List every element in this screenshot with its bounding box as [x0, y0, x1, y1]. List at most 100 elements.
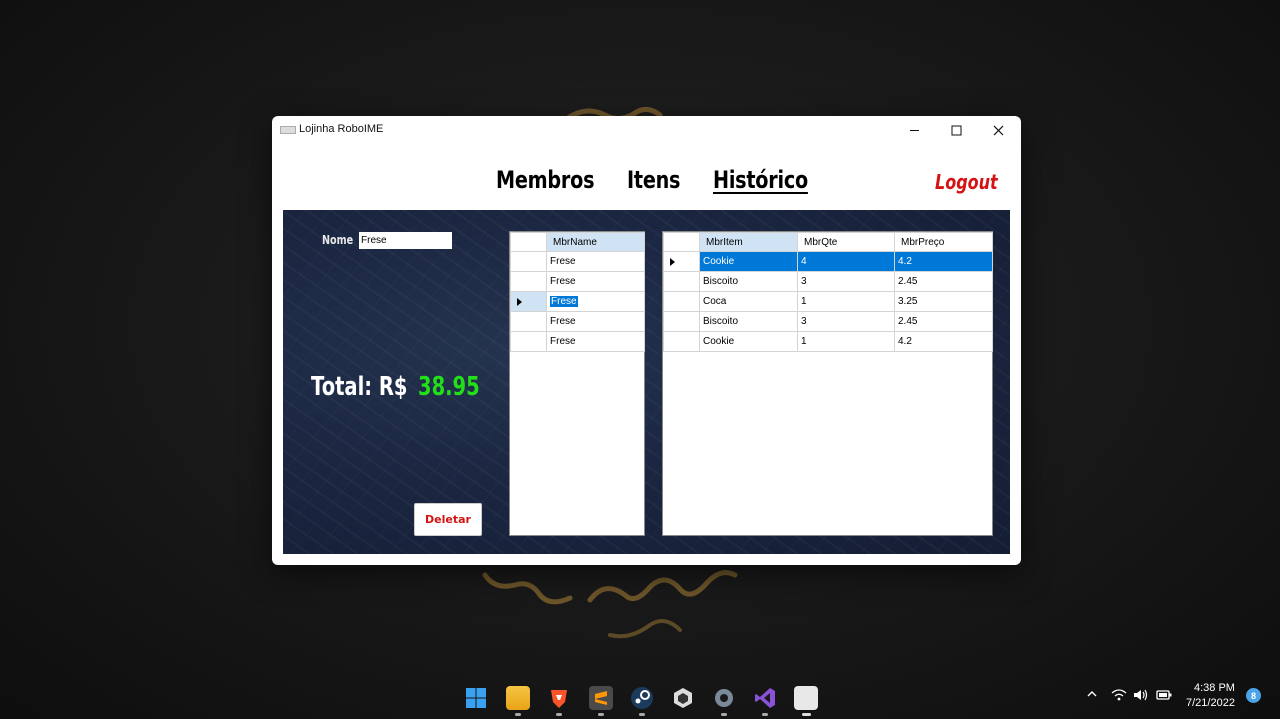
running-indicator — [639, 713, 645, 716]
unity-icon[interactable] — [671, 686, 695, 710]
maximize-icon — [951, 125, 961, 135]
nome-label: Nome — [322, 233, 354, 247]
unity-cube-icon — [674, 688, 692, 708]
current-row-arrow-icon — [670, 258, 675, 266]
total-label: Total: R$ — [311, 372, 408, 402]
brave-browser-icon[interactable] — [547, 686, 571, 710]
price-cell[interactable]: 4.2 — [894, 331, 993, 352]
table-row[interactable]: Biscoito 3 2.45 — [663, 271, 993, 292]
running-indicator — [721, 713, 727, 716]
battery-icon[interactable] — [1155, 688, 1173, 705]
qty-cell[interactable]: 3 — [797, 271, 895, 292]
items-grid[interactable]: MbrItem MbrQte MbrPreço Cookie 4 4.2 Bis… — [662, 231, 993, 536]
sublime-text-icon[interactable] — [589, 686, 613, 710]
table-row[interactable]: Cookie 1 4.2 — [663, 331, 993, 352]
row-header-corner[interactable] — [510, 232, 547, 252]
price-cell[interactable]: 2.45 — [894, 271, 993, 292]
members-grid[interactable]: MbrName Frese Frese Frese Frese Frese — [509, 231, 645, 536]
running-indicator — [515, 713, 521, 716]
item-cell[interactable]: Coca — [699, 291, 798, 312]
visual-studio-icon[interactable] — [753, 686, 777, 710]
table-row[interactable]: Frese — [510, 251, 645, 272]
row-header[interactable] — [510, 331, 547, 352]
row-header[interactable] — [663, 331, 700, 352]
item-cell[interactable]: Biscoito — [699, 311, 798, 332]
volume-icon[interactable] — [1133, 688, 1149, 705]
window-title: Lojinha RoboIME — [299, 123, 384, 135]
item-cell[interactable]: Cookie — [699, 251, 798, 272]
title-bar[interactable]: Lojinha RoboIME — [272, 116, 1021, 144]
column-header-mbrpreco[interactable]: MbrPreço — [894, 232, 993, 252]
price-cell[interactable]: 2.45 — [894, 311, 993, 332]
table-row[interactable]: Frese — [510, 271, 645, 292]
close-button[interactable] — [977, 116, 1019, 144]
price-cell[interactable]: 3.25 — [894, 291, 993, 312]
row-header[interactable] — [510, 271, 547, 292]
row-header[interactable] — [663, 291, 700, 312]
maximize-button[interactable] — [935, 116, 977, 144]
nav-historico[interactable]: Histórico — [713, 166, 808, 194]
member-name-cell[interactable]: Frese — [546, 271, 645, 292]
table-row[interactable]: Frese — [510, 331, 645, 352]
table-row[interactable]: Biscoito 3 2.45 — [663, 311, 993, 332]
price-cell[interactable]: 4.2 — [894, 251, 993, 272]
selected-text: Frese — [550, 296, 578, 307]
running-indicator — [762, 713, 768, 716]
windows-logo-icon — [466, 688, 486, 708]
minimize-button[interactable] — [893, 116, 935, 144]
row-header-current[interactable] — [510, 291, 547, 312]
column-header-mbrname[interactable]: MbrName — [546, 232, 645, 252]
total-value: 38.95 — [418, 372, 480, 402]
nav-membros[interactable]: Membros — [496, 166, 595, 194]
nome-input[interactable] — [359, 232, 452, 249]
row-header[interactable] — [510, 251, 547, 272]
table-row[interactable]: Coca 1 3.25 — [663, 291, 993, 312]
table-row-selected[interactable]: Cookie 4 4.2 — [663, 251, 993, 272]
windows-start-icon[interactable] — [464, 686, 488, 710]
table-row[interactable]: Frese — [510, 311, 645, 332]
item-cell[interactable]: Biscoito — [699, 271, 798, 292]
current-row-arrow-icon — [517, 298, 522, 306]
app-window: Lojinha RoboIME Membros Itens Histórico … — [272, 116, 1021, 565]
qty-cell[interactable]: 4 — [797, 251, 895, 272]
row-header[interactable] — [663, 311, 700, 332]
chevron-up-icon[interactable] — [1086, 688, 1098, 703]
row-header[interactable] — [510, 311, 547, 332]
wifi-icon[interactable] — [1111, 688, 1127, 705]
member-name-cell[interactable]: Frese — [546, 331, 645, 352]
row-header[interactable] — [663, 271, 700, 292]
settings-icon[interactable] — [712, 686, 736, 710]
minimize-icon — [909, 129, 919, 131]
active-indicator — [802, 713, 811, 716]
running-indicator — [556, 713, 562, 716]
member-name-cell[interactable]: Frese — [546, 311, 645, 332]
column-header-mbritem[interactable]: MbrItem — [699, 232, 798, 252]
app-icon — [280, 126, 296, 134]
steam-logo-icon — [631, 687, 653, 709]
nav-itens[interactable]: Itens — [627, 166, 680, 194]
qty-cell[interactable]: 1 — [797, 331, 895, 352]
running-indicator — [598, 713, 604, 716]
member-name-cell[interactable]: Frese — [546, 251, 645, 272]
logout-link[interactable]: Logout — [935, 170, 998, 194]
row-header-corner[interactable] — [663, 232, 700, 252]
visual-studio-logo-icon — [755, 688, 775, 708]
gear-icon — [715, 689, 733, 707]
item-cell[interactable]: Cookie — [699, 331, 798, 352]
row-header-current[interactable] — [663, 251, 700, 272]
file-explorer-icon[interactable] — [506, 686, 530, 710]
historico-panel: Nome Total: R$ 38.95 Deletar MbrName Fre… — [283, 210, 1010, 554]
qty-cell[interactable]: 1 — [797, 291, 895, 312]
notification-badge[interactable]: 8 — [1246, 688, 1261, 703]
clock-time[interactable]: 4:38 PM — [1194, 682, 1235, 694]
member-name-cell-selected[interactable]: Frese — [546, 291, 645, 312]
deletar-button[interactable]: Deletar — [414, 503, 482, 536]
sublime-s-icon — [595, 691, 607, 705]
lojinha-app-icon[interactable] — [794, 686, 818, 710]
column-header-mbrqte[interactable]: MbrQte — [797, 232, 895, 252]
table-row[interactable]: Frese — [510, 291, 645, 312]
steam-icon[interactable] — [630, 686, 654, 710]
clock-date[interactable]: 7/21/2022 — [1186, 697, 1235, 709]
qty-cell[interactable]: 3 — [797, 311, 895, 332]
close-icon — [993, 125, 1003, 135]
